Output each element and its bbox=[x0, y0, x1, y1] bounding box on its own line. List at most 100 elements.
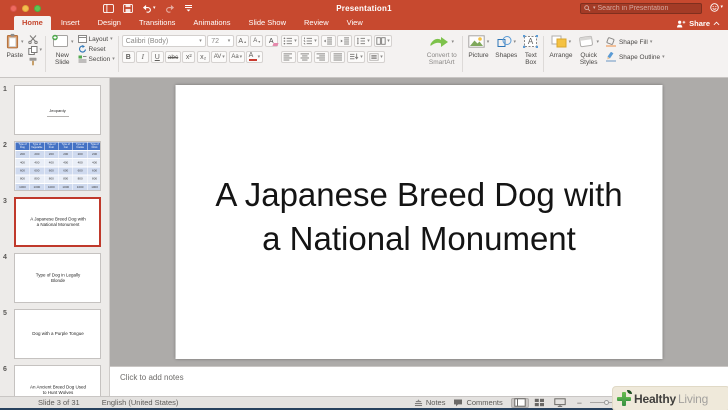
shrink-font-button[interactable]: A▾ bbox=[250, 35, 263, 47]
search-input[interactable]: ▾ Search in Presentation bbox=[580, 3, 702, 14]
format-painter-button[interactable] bbox=[28, 57, 43, 66]
align-right-button[interactable] bbox=[314, 51, 329, 63]
zoom-slider-knob[interactable] bbox=[604, 400, 609, 405]
customize-toolbar-icon[interactable] bbox=[184, 4, 193, 12]
layout-label: Layout bbox=[89, 36, 109, 43]
slide-thumbnail-3[interactable]: A Japanese Breed Dog with a National Mon… bbox=[14, 197, 101, 247]
arrange-button[interactable]: ▾ Arrange bbox=[547, 33, 574, 60]
slide-sorter-view-button[interactable] bbox=[531, 398, 549, 408]
slide-thumbnail-2[interactable]: Type of DogType of VegetableType of Frui… bbox=[14, 141, 101, 191]
table-value-cell: 800 bbox=[16, 176, 30, 183]
picture-button[interactable]: ▾ Picture bbox=[466, 33, 492, 60]
tab-transitions[interactable]: Transitions bbox=[131, 16, 183, 30]
traffic-lights bbox=[10, 5, 41, 12]
slide-thumbnail-panel[interactable]: 1Jeopardy2Type of DogType of VegetableTy… bbox=[0, 78, 110, 396]
reset-button[interactable]: Reset bbox=[78, 45, 115, 53]
character-spacing-button[interactable]: AV▾ bbox=[211, 51, 227, 63]
text-box-button[interactable]: A Text Box bbox=[521, 33, 540, 68]
table-header-cell: Type of Cat bbox=[59, 143, 73, 151]
tab-insert[interactable]: Insert bbox=[53, 16, 88, 30]
section-button[interactable]: Section▾ bbox=[78, 55, 115, 63]
shapes-button[interactable]: ▾ Shapes bbox=[493, 33, 519, 60]
align-left-button[interactable] bbox=[281, 51, 296, 63]
underline-button[interactable]: U bbox=[151, 51, 164, 63]
table-value-cell: 600 bbox=[44, 167, 58, 174]
tab-animations[interactable]: Animations bbox=[185, 16, 238, 30]
collapse-ribbon-icon[interactable] bbox=[713, 21, 720, 26]
slide-title-text[interactable]: A Japanese Breed Dog with a National Mon… bbox=[176, 173, 663, 260]
slide-thumbnail-6[interactable]: An Ancient Breed Dog Used to Hunt Wolves bbox=[14, 365, 101, 396]
language-status[interactable]: English (United States) bbox=[102, 398, 179, 407]
font-name-value: Calibri (Body) bbox=[126, 38, 168, 45]
table-header-cell: Type of Dog bbox=[16, 143, 30, 151]
slideshow-view-button[interactable] bbox=[551, 398, 569, 408]
undo-icon[interactable]: ▾ bbox=[142, 4, 156, 13]
decrease-indent-button[interactable] bbox=[321, 35, 336, 47]
quick-styles-button[interactable]: ▾ Quick Styles bbox=[576, 33, 601, 68]
shape-outline-button[interactable]: Shape Outline▾ bbox=[605, 52, 665, 62]
decrease-indent-icon bbox=[323, 37, 333, 45]
cut-button[interactable] bbox=[28, 35, 43, 44]
arrange-group: ▾ Arrange ▾ Quick Styles bbox=[547, 33, 601, 75]
strikethrough-button[interactable]: abc bbox=[165, 51, 180, 63]
tab-home[interactable]: Home bbox=[14, 16, 51, 30]
line-spacing-button[interactable]: ▾ bbox=[354, 35, 373, 47]
current-slide[interactable]: A Japanese Breed Dog with a National Mon… bbox=[176, 85, 663, 359]
shape-fill-button[interactable]: Shape Fill▾ bbox=[605, 37, 665, 47]
columns-button[interactable]: ▾ bbox=[374, 35, 393, 47]
comments-toggle-button[interactable]: Comments bbox=[453, 398, 502, 407]
paste-button[interactable]: ▾ Paste bbox=[4, 33, 26, 60]
bold-button[interactable]: B bbox=[122, 51, 135, 63]
zoom-window-button[interactable] bbox=[34, 5, 41, 12]
superscript-button[interactable]: x² bbox=[182, 51, 195, 63]
layout-button[interactable]: Layout▾ bbox=[78, 35, 115, 43]
feedback-smiley-icon[interactable]: ▾ bbox=[710, 3, 723, 12]
slide-thumbnail-5[interactable]: Dog with a Purple Tongue bbox=[14, 309, 101, 359]
change-case-button[interactable]: Aa▾ bbox=[229, 51, 245, 63]
redo-icon[interactable] bbox=[165, 4, 175, 13]
font-color-button[interactable]: A▾ bbox=[246, 51, 263, 63]
subscript-button[interactable]: x₂ bbox=[197, 51, 210, 63]
share-button[interactable]: Share bbox=[676, 19, 720, 28]
clear-formatting-button[interactable]: A bbox=[265, 35, 278, 47]
normal-view-button[interactable] bbox=[511, 398, 529, 408]
tab-slide-show[interactable]: Slide Show bbox=[240, 16, 294, 30]
align-center-icon bbox=[300, 53, 310, 61]
tab-review[interactable]: Review bbox=[296, 16, 337, 30]
tab-design[interactable]: Design bbox=[90, 16, 129, 30]
minimize-window-button[interactable] bbox=[22, 5, 29, 12]
bullets-button[interactable]: ▾ bbox=[281, 35, 300, 47]
save-icon[interactable] bbox=[123, 4, 133, 13]
font-size-select[interactable]: 72▾ bbox=[207, 35, 234, 47]
grow-font-button[interactable]: A▴ bbox=[236, 35, 249, 47]
window-title: Presentation1 bbox=[336, 4, 392, 13]
slide-sorter-icon bbox=[534, 398, 545, 407]
align-center-button[interactable] bbox=[297, 51, 312, 63]
thumbnail-item-3: 3A Japanese Breed Dog with a National Mo… bbox=[0, 197, 109, 247]
tab-view[interactable]: View bbox=[339, 16, 371, 30]
justify-button[interactable] bbox=[330, 51, 345, 63]
slides-group: ▾ New Slide Layout▾ Reset Section▾ bbox=[49, 33, 115, 75]
font-color-label: A bbox=[249, 53, 257, 59]
thumbnail-item-1: 1Jeopardy bbox=[0, 85, 109, 135]
thumbnail-item-5: 5Dog with a Purple Tongue bbox=[0, 309, 109, 359]
chevron-down-icon: ▾ bbox=[514, 40, 517, 45]
close-window-button[interactable] bbox=[10, 5, 17, 12]
table-header-cell: Type of Vegetable bbox=[30, 143, 44, 151]
text-direction-button[interactable]: ▾ bbox=[347, 51, 366, 63]
font-name-select[interactable]: Calibri (Body)▾ bbox=[122, 35, 206, 47]
notes-toggle-button[interactable]: Notes bbox=[414, 398, 446, 407]
notes-placeholder[interactable]: Click to add notes bbox=[120, 373, 184, 382]
convert-to-smartart-button[interactable]: ▾ Convert to SmartArt bbox=[425, 33, 459, 75]
copy-button[interactable]: ▾ bbox=[28, 46, 43, 55]
sidebar-toggle-icon[interactable] bbox=[103, 4, 114, 13]
slide-thumbnail-4[interactable]: Type of Dog in Legally Blonde bbox=[14, 253, 101, 303]
slide-thumbnail-1[interactable]: Jeopardy bbox=[14, 85, 101, 135]
align-text-button[interactable]: ▾ bbox=[367, 51, 386, 63]
new-slide-button[interactable]: ▾ New Slide bbox=[49, 33, 76, 68]
numbering-button[interactable]: ▾ bbox=[301, 35, 320, 47]
chevron-down-icon: ▾ bbox=[71, 40, 74, 45]
italic-button[interactable]: I bbox=[136, 51, 149, 63]
increase-indent-button[interactable] bbox=[337, 35, 352, 47]
arrange-label: Arrange bbox=[549, 52, 572, 59]
